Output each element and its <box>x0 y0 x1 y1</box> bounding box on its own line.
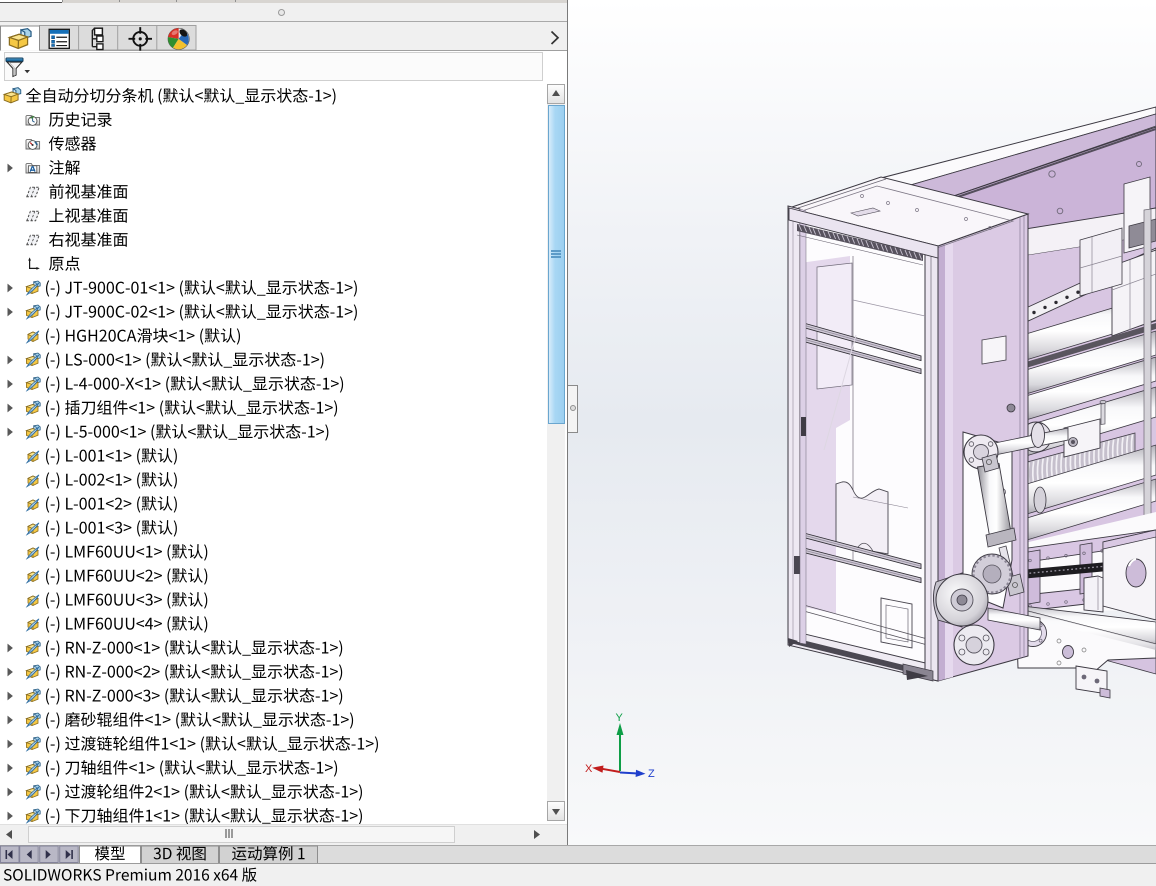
svg-text:Y: Y <box>616 712 624 724</box>
svg-text:Z: Z <box>648 768 655 780</box>
svg-text:X: X <box>585 763 593 775</box>
